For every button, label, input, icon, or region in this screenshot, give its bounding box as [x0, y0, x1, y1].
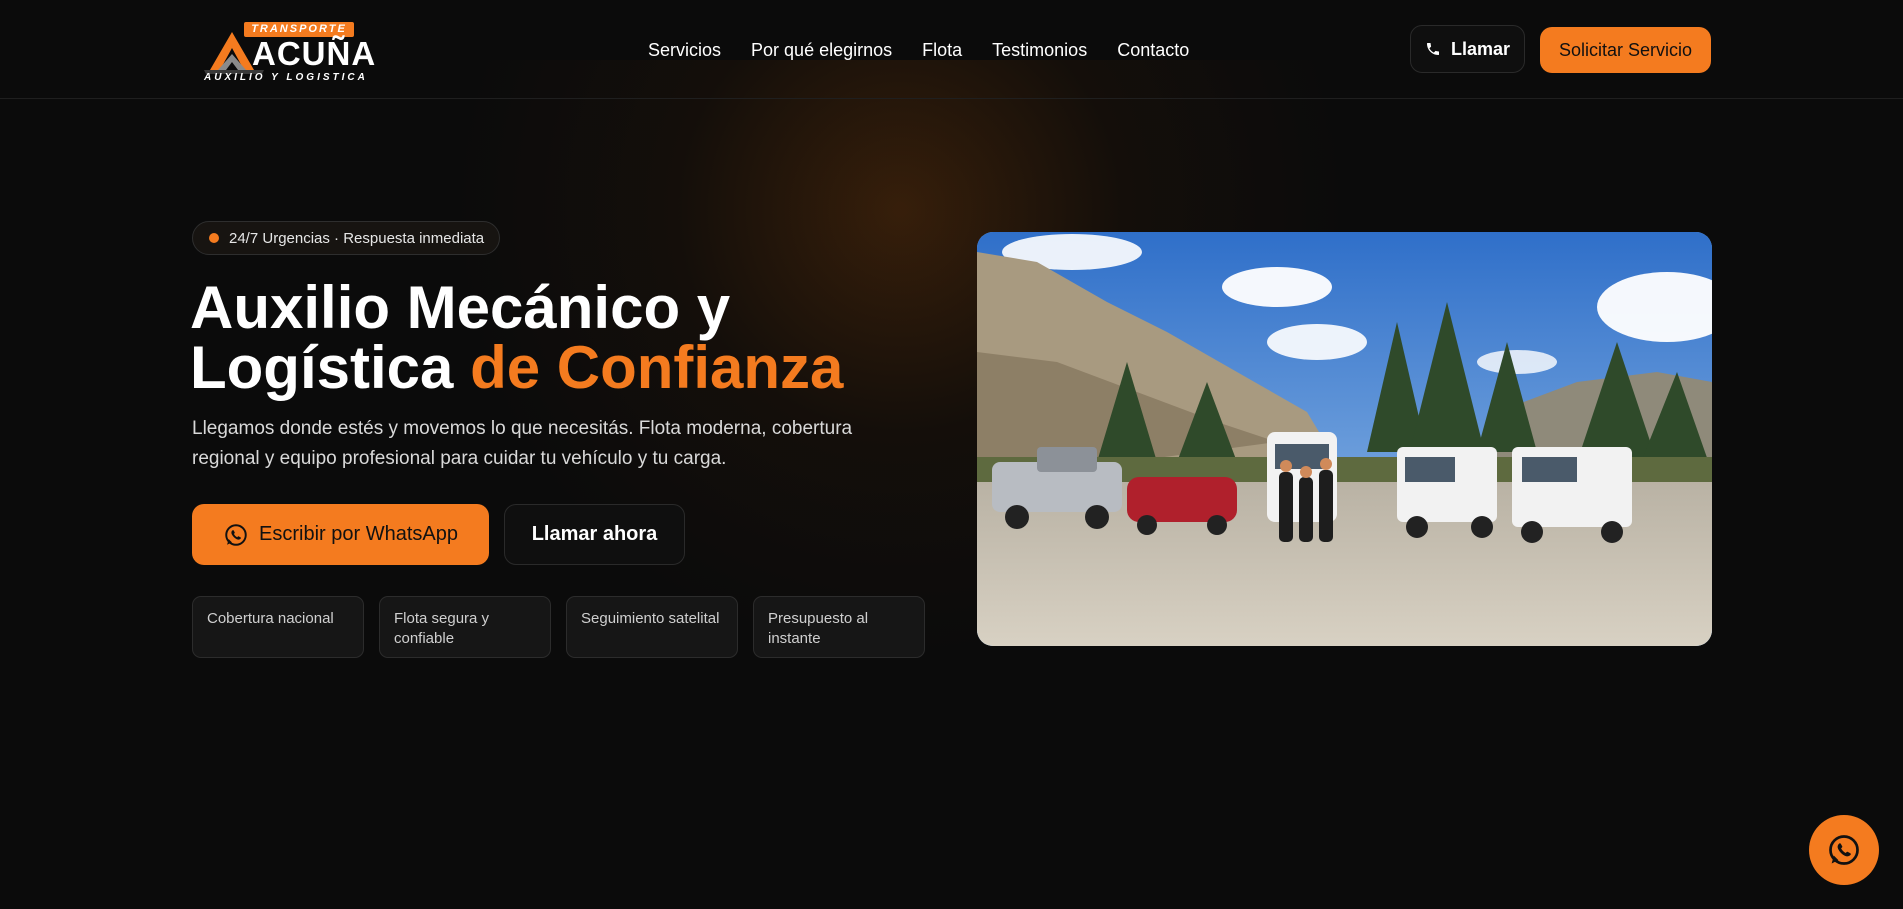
phone-icon [1426, 43, 1439, 55]
logo-tagline: AUXILIO Y LOGISTICA [204, 72, 368, 83]
hero-title-accent: de Confianza [470, 334, 844, 401]
hero-subtitle: Llegamos donde estés y movemos lo que ne… [192, 418, 853, 469]
request-service-label: Solicitar Servicio [1558, 39, 1693, 60]
hero-title-line2: Logística [190, 334, 454, 401]
nav-servicios[interactable]: Servicios [648, 38, 721, 62]
nav-por-que-elegirnos[interactable]: Por qué elegirnos [751, 38, 892, 62]
urgency-badge: 24/7 Urgencias · Respuesta inmediata [192, 221, 501, 255]
site-header: TRANSPORTE ACUÑA AUXILIO Y LOGISTICA Ser… [0, 0, 1903, 99]
feature-card: Presupuesto al instante [753, 596, 925, 658]
fleet-photo [977, 232, 1712, 646]
whatsapp-icon [1829, 835, 1859, 865]
whatsapp-floating-button[interactable] [1809, 815, 1879, 885]
feature-card: Seguimiento satelital [566, 596, 738, 658]
call-button[interactable]: Llamar [1410, 25, 1525, 73]
feature-card: Flota segura y confiable [379, 596, 551, 658]
whatsapp-icon [225, 523, 247, 546]
hero-title-line1: Auxilio Mecánico y [190, 274, 731, 341]
call-now-label: Llamar ahora [531, 523, 658, 545]
nav-testimonios[interactable]: Testimonios [992, 38, 1087, 62]
fleet-photo-illustration [977, 232, 1712, 646]
nav-contacto[interactable]: Contacto [1117, 38, 1189, 62]
main-nav: Servicios Por qué elegirnos Flota Testim… [648, 38, 1219, 62]
whatsapp-button[interactable]: Escribir por WhatsApp [192, 504, 489, 565]
nav-flota[interactable]: Flota [922, 38, 962, 62]
logo[interactable]: TRANSPORTE ACUÑA AUXILIO Y LOGISTICA [204, 20, 375, 84]
hero-title: Auxilio Mecánico y Logística de Confianz… [190, 278, 970, 398]
request-service-button[interactable]: Solicitar Servicio [1540, 27, 1711, 73]
status-dot [209, 233, 219, 243]
call-now-button[interactable]: Llamar ahora [504, 504, 685, 565]
urgency-badge-text: 24/7 Urgencias · Respuesta inmediata [229, 229, 485, 247]
feature-list: Cobertura nacional Flota segura y confia… [192, 596, 925, 658]
whatsapp-button-label: Escribir por WhatsApp [259, 523, 458, 545]
call-button-label: Llamar [1450, 38, 1511, 59]
logo-name: ACUÑA [252, 35, 377, 72]
feature-card: Cobertura nacional [192, 596, 364, 658]
